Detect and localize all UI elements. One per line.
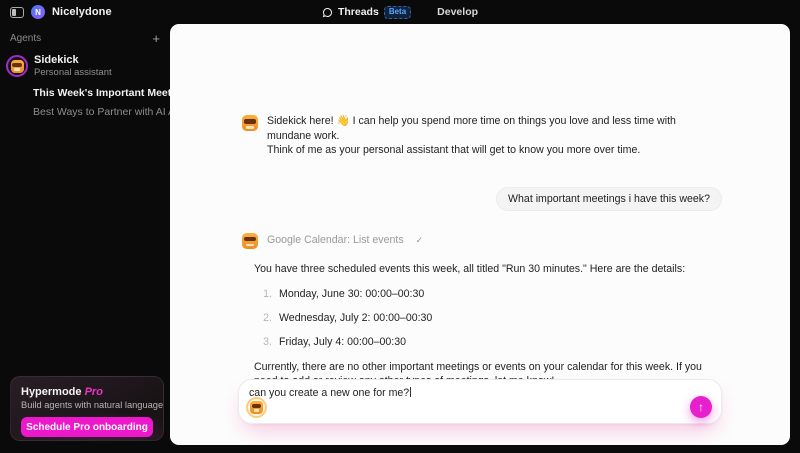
top-nav: Threads Beta Develop bbox=[0, 0, 800, 24]
tab-threads-label: Threads bbox=[337, 6, 379, 18]
top-bar: N Nicelydone Threads Beta Develop bbox=[0, 0, 800, 24]
list-item: 3. Friday, July 4: 00:00–00:30 bbox=[254, 333, 722, 352]
tool-call-row[interactable]: Google Calendar: List events ✓ bbox=[238, 232, 722, 249]
assistant-intro-message: Sidekick here! 👋 I can help you spend mo… bbox=[238, 114, 722, 158]
promo-subtitle: Build agents with natural language bbox=[21, 400, 164, 410]
message-composer[interactable]: can you create a new one for me? ↑ bbox=[238, 379, 722, 424]
user-message-row: What important meetings i have this week… bbox=[238, 186, 722, 211]
list-item-text: Friday, July 4: 00:00–00:30 bbox=[279, 335, 407, 348]
workspace-avatar[interactable]: N bbox=[31, 5, 45, 19]
hypermode-pro-card: Hypermode Pro Build agents with natural … bbox=[10, 376, 164, 441]
user-message-bubble: What important meetings i have this week… bbox=[496, 186, 722, 211]
list-item-number: 3. bbox=[263, 335, 272, 348]
list-item-number: 1. bbox=[263, 287, 272, 300]
promo-title: Hypermode Pro bbox=[21, 386, 153, 398]
tool-success-check-icon: ✓ bbox=[415, 234, 424, 245]
thread-item-meetings[interactable]: This Week's Important Meetings bbox=[33, 84, 193, 103]
send-button[interactable]: ↑ bbox=[690, 396, 712, 418]
intro-line-2: Think of me as your personal assistant t… bbox=[267, 144, 641, 156]
beta-badge: Beta bbox=[383, 5, 412, 19]
answer-intro: You have three scheduled events this wee… bbox=[254, 262, 686, 275]
assistant-avatar-icon bbox=[242, 232, 258, 249]
robot-face-icon bbox=[10, 59, 24, 73]
sidebar-toggle-icon[interactable] bbox=[10, 6, 24, 18]
tool-call-label: Google Calendar: List events bbox=[267, 234, 404, 246]
composer-agent-avatar[interactable] bbox=[248, 398, 265, 416]
tab-develop[interactable]: Develop bbox=[437, 6, 478, 18]
brand: N Nicelydone bbox=[10, 5, 112, 19]
assistant-avatar-icon bbox=[242, 115, 258, 131]
list-item-text: Monday, June 30: 00:00–00:30 bbox=[279, 287, 425, 300]
sidekick-avatar bbox=[6, 55, 28, 77]
sidebar-item-sidekick[interactable]: Sidekick Personal assistant bbox=[6, 52, 164, 84]
thread-item-partner[interactable]: Best Ways to Partner with AI Agent bbox=[33, 103, 195, 122]
intro-line-1: Sidekick here! 👋 I can help you spend mo… bbox=[267, 115, 676, 142]
agents-section-label: Agents bbox=[10, 33, 42, 44]
tab-develop-label: Develop bbox=[437, 6, 479, 18]
list-item-number: 2. bbox=[263, 311, 272, 324]
schedule-onboarding-button[interactable]: Schedule Pro onboarding bbox=[21, 417, 153, 437]
add-agent-button[interactable]: + bbox=[152, 32, 160, 45]
tab-threads[interactable]: Threads Beta bbox=[322, 5, 412, 19]
list-item: 2. Wednesday, July 2: 00:00–00:30 bbox=[254, 309, 722, 328]
robot-face-icon bbox=[250, 400, 263, 414]
workspace-name[interactable]: Nicelydone bbox=[52, 6, 112, 18]
agent-description: Personal assistant bbox=[34, 67, 112, 78]
agent-name: Sidekick bbox=[34, 54, 79, 66]
promo-title-prefix: Hypermode bbox=[21, 386, 85, 398]
list-item: 1. Monday, June 30: 00:00–00:30 bbox=[254, 285, 722, 304]
message-list: Sidekick here! 👋 I can help you spend mo… bbox=[238, 24, 722, 415]
chat-panel: Sidekick here! 👋 I can help you spend mo… bbox=[170, 24, 790, 445]
promo-title-pro: Pro bbox=[84, 386, 103, 398]
sidebar: Agents + Sidekick Personal assistant Thi… bbox=[0, 24, 195, 453]
event-list: 1. Monday, June 30: 00:00–00:30 2. Wedne… bbox=[254, 285, 722, 352]
thread-list: This Week's Important Meetings Best Ways… bbox=[6, 84, 195, 122]
list-item-text: Wednesday, July 2: 00:00–00:30 bbox=[279, 311, 433, 324]
agents-header: Agents + bbox=[6, 30, 164, 52]
threads-bubble-icon bbox=[322, 7, 332, 17]
